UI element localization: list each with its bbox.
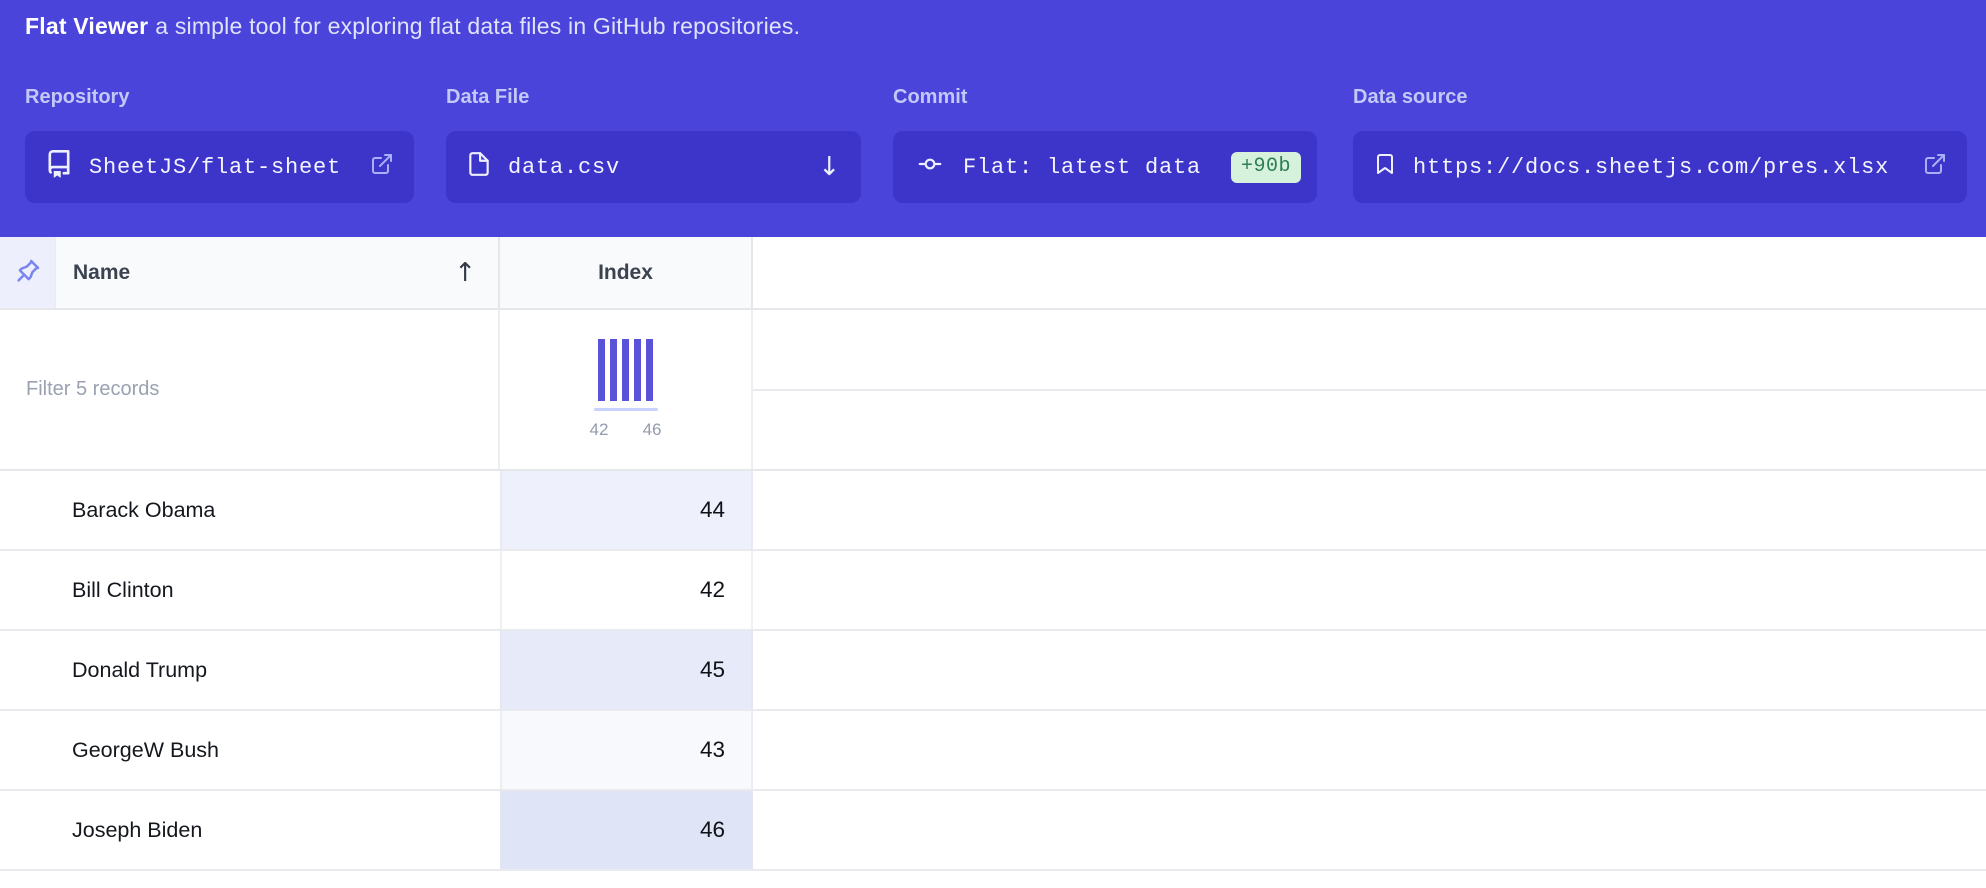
row-index-cell: 43 <box>500 711 753 789</box>
index-histogram[interactable]: 42 46 <box>500 310 753 469</box>
histogram-bar <box>622 339 629 401</box>
app-title-brand: Flat Viewer <box>25 13 148 39</box>
data-source-url: https://docs.sheetjs.com/pres.xlsx <box>1413 155 1889 180</box>
histogram-axis-labels: 42 46 <box>590 420 662 440</box>
row-name-cell: GeorgeW Bush <box>0 711 500 789</box>
app-title-tagline: a simple tool for exploring flat data fi… <box>155 13 800 39</box>
commit-message: Flat: latest data <box>963 155 1201 180</box>
histogram-bar <box>610 339 617 401</box>
table-row: Barack Obama 44 <box>0 471 1986 551</box>
row-name-cell: Joseph Biden <box>0 791 500 869</box>
table-body: Barack Obama 44 Bill Clinton 42 Donald T… <box>0 471 1986 871</box>
histogram-bar <box>634 339 641 401</box>
column-header-name[interactable]: Name ↑ <box>56 237 500 308</box>
histogram-bar <box>598 339 605 401</box>
histogram-max-label: 46 <box>643 420 662 440</box>
table-header-row: Name ↑ Index <box>0 237 1986 310</box>
filter-input[interactable] <box>0 310 500 469</box>
filter-row: 42 46 <box>0 310 1986 471</box>
table-row: Bill Clinton 42 <box>0 551 1986 631</box>
data-file-label: Data File <box>446 86 529 109</box>
table-row: Joseph Biden 46 <box>0 791 1986 871</box>
histogram-min-label: 42 <box>590 420 609 440</box>
external-link-icon[interactable] <box>1923 152 1947 183</box>
commit-button[interactable]: Flat: latest data +90b <box>893 131 1317 203</box>
sort-ascending-icon: ↑ <box>454 260 476 286</box>
table-row: Donald Trump 45 <box>0 631 1986 711</box>
diff-size-badge: +90b <box>1231 152 1301 183</box>
data-source-link[interactable]: https://docs.sheetjs.com/pres.xlsx <box>1353 131 1967 203</box>
row-name-cell: Donald Trump <box>0 631 500 709</box>
column-header-index[interactable]: Index <box>500 237 753 308</box>
row-index-cell: 46 <box>500 791 753 869</box>
data-source-label: Data source <box>1353 86 1468 109</box>
row-index-cell: 42 <box>500 551 753 629</box>
repository-label: Repository <box>25 86 129 109</box>
app-title: Flat Viewer a simple tool for exploring f… <box>25 13 800 40</box>
topbar: Flat Viewer a simple tool for exploring f… <box>0 0 1986 237</box>
arrow-down-icon: ↓ <box>818 152 841 182</box>
row-name-cell: Barack Obama <box>0 471 500 549</box>
git-commit-icon <box>913 151 947 184</box>
repo-icon <box>45 150 73 185</box>
column-index-label: Index <box>598 261 653 285</box>
histogram-bars <box>598 339 653 401</box>
repository-value: SheetJS/flat-sheet <box>89 155 341 180</box>
data-file-select[interactable]: data.csv ↓ <box>446 131 861 203</box>
row-name-cell: Bill Clinton <box>0 551 500 629</box>
file-icon <box>466 151 492 184</box>
pushpin-icon <box>13 256 43 289</box>
repository-button[interactable]: SheetJS/flat-sheet <box>25 131 414 203</box>
column-name-label: Name <box>73 261 130 285</box>
grid-row-divider <box>753 389 1986 391</box>
table-row: GeorgeW Bush 43 <box>0 711 1986 791</box>
sticky-column-toggle[interactable] <box>0 237 56 308</box>
bookmark-icon <box>1373 151 1397 184</box>
external-link-icon[interactable] <box>370 152 394 183</box>
row-index-cell: 45 <box>500 631 753 709</box>
histogram-bar <box>646 339 653 401</box>
data-file-value: data.csv <box>508 155 620 180</box>
row-index-cell: 44 <box>500 471 753 549</box>
commit-label: Commit <box>893 86 967 109</box>
histogram-baseline <box>594 408 658 411</box>
